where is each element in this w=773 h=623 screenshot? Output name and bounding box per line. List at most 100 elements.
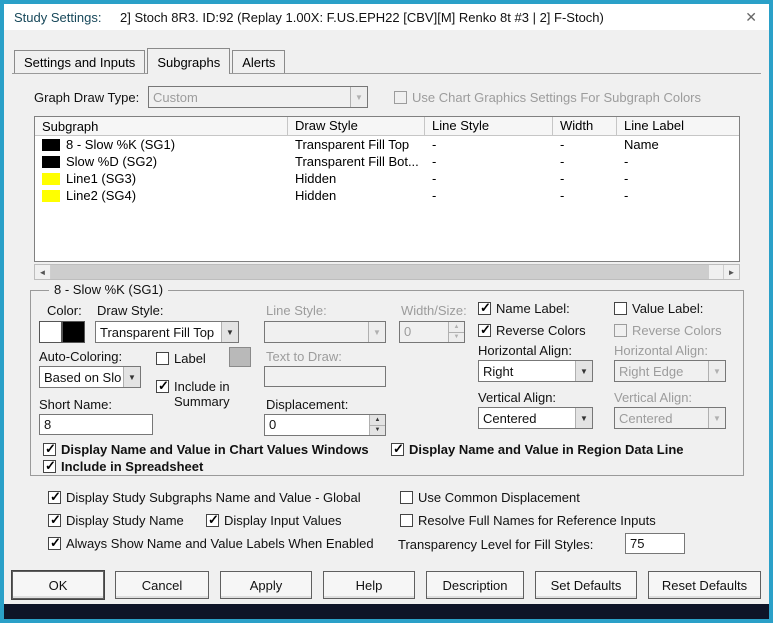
line-style-select[interactable]: ▼ (264, 321, 386, 343)
secondary-color-swatch[interactable] (62, 321, 85, 343)
common-displacement-checkbox[interactable] (400, 491, 413, 504)
column-header-subgraph[interactable]: Subgraph (35, 117, 288, 135)
width-cell: - (560, 171, 565, 186)
title-bar[interactable]: Study Settings: 2] Stoch 8R3. ID:92 (Rep… (4, 4, 769, 30)
apply-button[interactable]: Apply (220, 571, 312, 599)
display-region-line-checkbox[interactable] (391, 441, 404, 457)
graph-draw-type-select[interactable]: Custom ▼ (148, 86, 368, 108)
table-row[interactable]: Line1 (SG3) Hidden - - - (35, 170, 739, 187)
include-summary-text: Include in Summary (174, 379, 230, 409)
auto-coloring-select[interactable]: Based on Slo ▼ (39, 366, 141, 388)
use-chart-graphics-label: Use Chart Graphics Settings For Subgraph… (412, 90, 702, 105)
column-header-line-style[interactable]: Line Style (425, 117, 553, 135)
tab-alerts[interactable]: Alerts (232, 50, 286, 73)
vertical-align-select[interactable]: Centered ▼ (478, 407, 593, 429)
help-button[interactable]: Help (323, 571, 415, 599)
cancel-button[interactable]: Cancel (115, 571, 209, 599)
horizontal-align-select[interactable]: Right ▼ (478, 360, 593, 382)
resolve-full-names-checkbox-row: Resolve Full Names for Reference Inputs (400, 513, 656, 528)
subgraph-detail-group: 8 - Slow %K (SG1) Color: Draw Style: Tra… (30, 282, 744, 476)
chevron-down-icon: ▼ (575, 361, 592, 381)
include-spreadsheet-checkbox[interactable] (43, 458, 56, 474)
text-to-draw-label: Text to Draw: (266, 349, 342, 364)
spin-down-icon[interactable]: ▼ (449, 332, 464, 342)
label-color-button[interactable] (229, 347, 251, 367)
tab-settings-and-inputs[interactable]: Settings and Inputs (14, 50, 146, 73)
description-button[interactable]: Description (426, 571, 524, 599)
subgraph-color-swatch[interactable] (42, 172, 60, 185)
ok-button[interactable]: OK (12, 571, 104, 599)
use-chart-graphics-checkbox[interactable] (394, 91, 407, 104)
reverse-colors-right-checkbox-row: Reverse Colors (614, 323, 722, 338)
subgraph-color-swatch[interactable] (42, 189, 60, 202)
column-header-width[interactable]: Width (553, 117, 617, 135)
spin-down-icon[interactable]: ▼ (370, 425, 385, 435)
spin-up-icon[interactable]: ▲ (370, 415, 385, 426)
display-region-line-checkbox-row: Display Name and Value in Region Data Li… (391, 441, 684, 457)
table-row[interactable]: Line2 (SG4) Hidden - - - (35, 187, 739, 204)
line-label-cell: Name (624, 137, 659, 152)
line-label-cell: - (624, 154, 629, 169)
include-summary-checkbox[interactable] (156, 378, 169, 394)
spin-up-icon[interactable]: ▲ (449, 322, 464, 333)
column-header-line-label[interactable]: Line Label (617, 117, 739, 135)
text-to-draw-input[interactable] (264, 366, 386, 387)
name-label-checkbox[interactable] (478, 300, 491, 316)
tab-subgraphs[interactable]: Subgraphs (147, 48, 231, 74)
subgraph-color-swatch[interactable] (42, 138, 60, 151)
name-label-checkbox-row: Name Label: (478, 300, 570, 316)
scroll-left-icon[interactable]: ◄ (35, 265, 51, 279)
reverse-colors-checkbox-row: Reverse Colors (478, 322, 586, 338)
always-show-labels-checkbox[interactable] (48, 535, 61, 551)
reverse-colors-checkbox[interactable] (478, 322, 491, 338)
draw-style-select[interactable]: Transparent Fill Top ▼ (95, 321, 239, 343)
draw-style-cell: Transparent Fill Top (295, 137, 410, 152)
table-row[interactable]: 8 - Slow %K (SG1) Transparent Fill Top -… (35, 136, 739, 153)
subgraphs-global-checkbox[interactable] (48, 489, 61, 505)
common-displacement-checkbox-row: Use Common Displacement (400, 490, 580, 505)
dialog-subtitle: 2] Stoch 8R3. ID:92 (Replay 1.00X: F.US.… (120, 10, 604, 25)
value-label-checkbox[interactable] (614, 302, 627, 315)
transparency-input[interactable] (625, 533, 685, 554)
reverse-colors-text: Reverse Colors (496, 323, 586, 338)
color-label: Color: (47, 303, 82, 318)
label-checkbox[interactable] (156, 352, 169, 365)
reverse-colors-right-checkbox[interactable] (614, 324, 627, 337)
display-input-values-checkbox-row: Display Input Values (206, 512, 342, 528)
subgraph-cell: Line1 (SG3) (35, 171, 288, 186)
displacement-stepper[interactable]: 0 ▲ ▼ (264, 414, 386, 436)
display-chart-values-checkbox[interactable] (43, 441, 56, 457)
display-study-name-checkbox[interactable] (48, 512, 61, 528)
draw-style-cell: Hidden (295, 171, 337, 186)
subgraphs-global-text: Display Study Subgraphs Name and Value -… (66, 490, 361, 505)
vertical-align-right-select[interactable]: Centered ▼ (614, 407, 726, 429)
primary-color-swatch[interactable] (39, 321, 62, 343)
reset-defaults-button[interactable]: Reset Defaults (648, 571, 761, 599)
scroll-right-icon[interactable]: ► (723, 265, 739, 279)
display-study-name-text: Display Study Name (66, 513, 184, 528)
horizontal-align-right-select[interactable]: Right Edge ▼ (614, 360, 726, 382)
dialog-body: Study Settings: 2] Stoch 8R3. ID:92 (Rep… (4, 4, 769, 619)
subgraphs-global-checkbox-row: Display Study Subgraphs Name and Value -… (48, 489, 361, 505)
close-icon[interactable]: ✕ (745, 9, 757, 26)
scrollbar-thumb[interactable] (51, 265, 709, 279)
chevron-down-icon: ▼ (221, 322, 238, 342)
transparency-label: Transparency Level for Fill Styles: (398, 537, 594, 552)
line-style-label: Line Style: (266, 303, 327, 318)
display-study-name-checkbox-row: Display Study Name (48, 512, 184, 528)
table-horizontal-scrollbar[interactable]: ◄ ► (34, 264, 740, 280)
subgraph-table: Subgraph Draw Style Line Style Width Lin… (34, 116, 740, 262)
include-summary-checkbox-row: Include in Summary (156, 378, 246, 409)
set-defaults-button[interactable]: Set Defaults (535, 571, 637, 599)
short-name-input[interactable] (39, 414, 153, 435)
table-row[interactable]: Slow %D (SG2) Transparent Fill Bot... - … (35, 153, 739, 170)
line-style-cell: - (432, 188, 437, 203)
line-style-cell: - (432, 154, 437, 169)
name-label-text: Name Label: (496, 301, 570, 316)
subgraph-color-swatch[interactable] (42, 155, 60, 168)
subgraph-name: Line1 (SG3) (66, 171, 137, 186)
column-header-draw-style[interactable]: Draw Style (288, 117, 425, 135)
width-size-stepper[interactable]: 0 ▲ ▼ (399, 321, 465, 343)
resolve-full-names-checkbox[interactable] (400, 514, 413, 527)
display-input-values-checkbox[interactable] (206, 512, 219, 528)
